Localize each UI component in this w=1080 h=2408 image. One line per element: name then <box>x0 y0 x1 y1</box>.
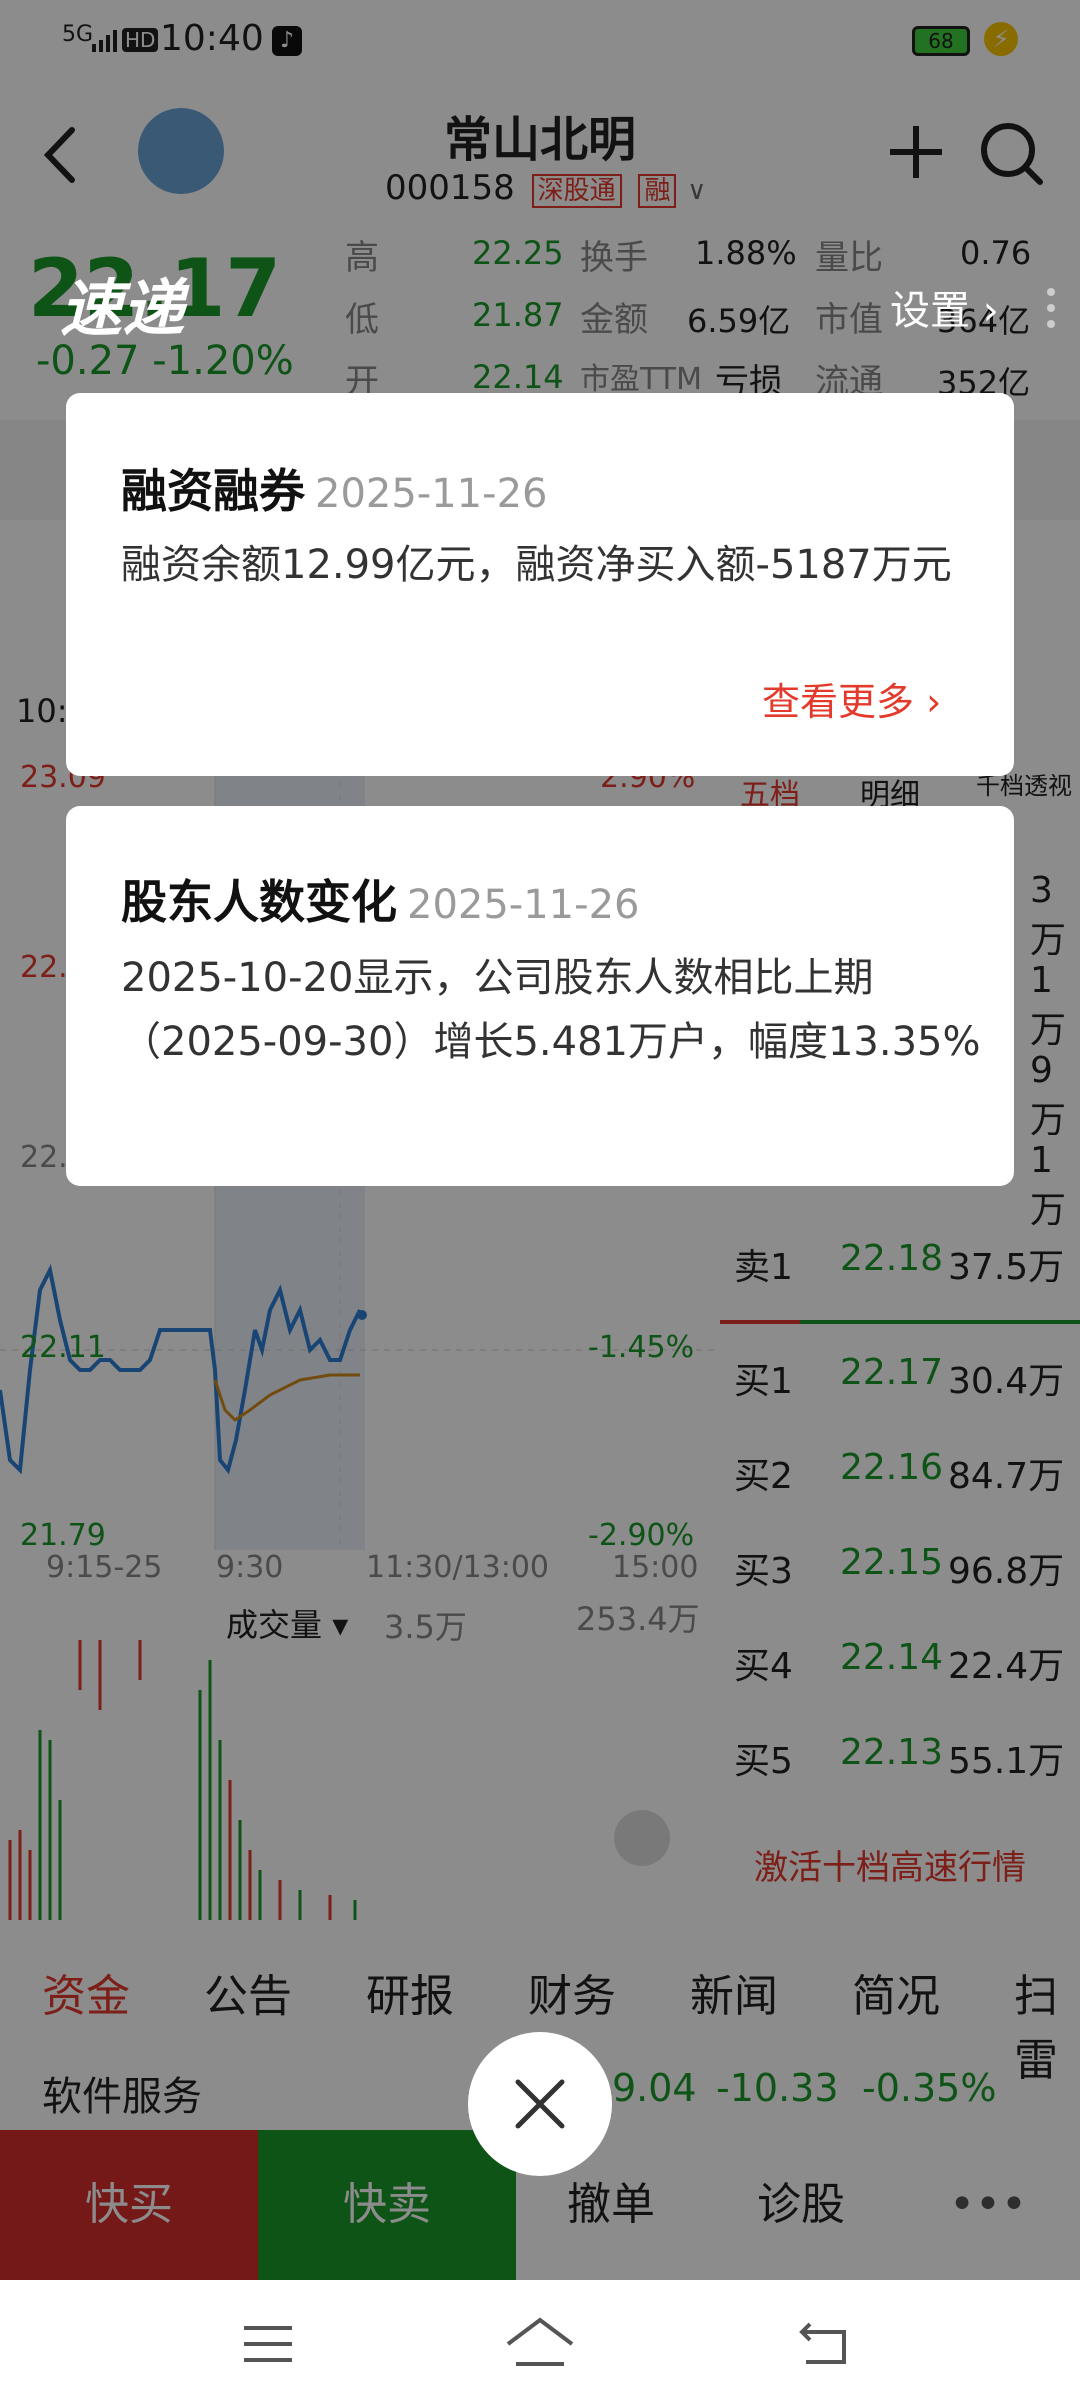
margin-trading-card[interactable]: 融资融券 2025-11-26 融资余额12.99亿元，融资净买入额-5187万元… <box>66 393 1014 776</box>
card1-title: 融资融券 2025-11-26 <box>121 464 548 518</box>
menu-icon[interactable] <box>240 2320 296 2368</box>
card2-body: 2025-10-20显示，公司股东人数相比上期（2025-09-30）增长5.4… <box>121 955 981 1065</box>
back-nav-icon[interactable] <box>796 2316 852 2368</box>
kuaidi-logo: 速递 <box>60 272 185 345</box>
system-nav-bar <box>0 2280 1080 2408</box>
chevron-right-icon: › <box>982 288 999 334</box>
close-icon <box>515 2079 565 2129</box>
home-icon[interactable] <box>504 2314 576 2370</box>
settings-link[interactable]: 设置 › <box>890 278 999 336</box>
card1-body: 融资余额12.99亿元，融资净买入额-5187万元 <box>121 542 952 588</box>
chevron-right-icon: › <box>926 680 942 724</box>
close-button[interactable] <box>468 2032 612 2176</box>
shareholder-card[interactable]: 股东人数变化 2025-11-26 2025-10-20显示，公司股东人数相比上期… <box>66 806 1014 1186</box>
view-more-link[interactable]: 查看更多 › <box>762 671 941 726</box>
card2-title: 股东人数变化 2025-11-26 <box>121 875 640 929</box>
kebab-icon[interactable] <box>1046 286 1056 336</box>
